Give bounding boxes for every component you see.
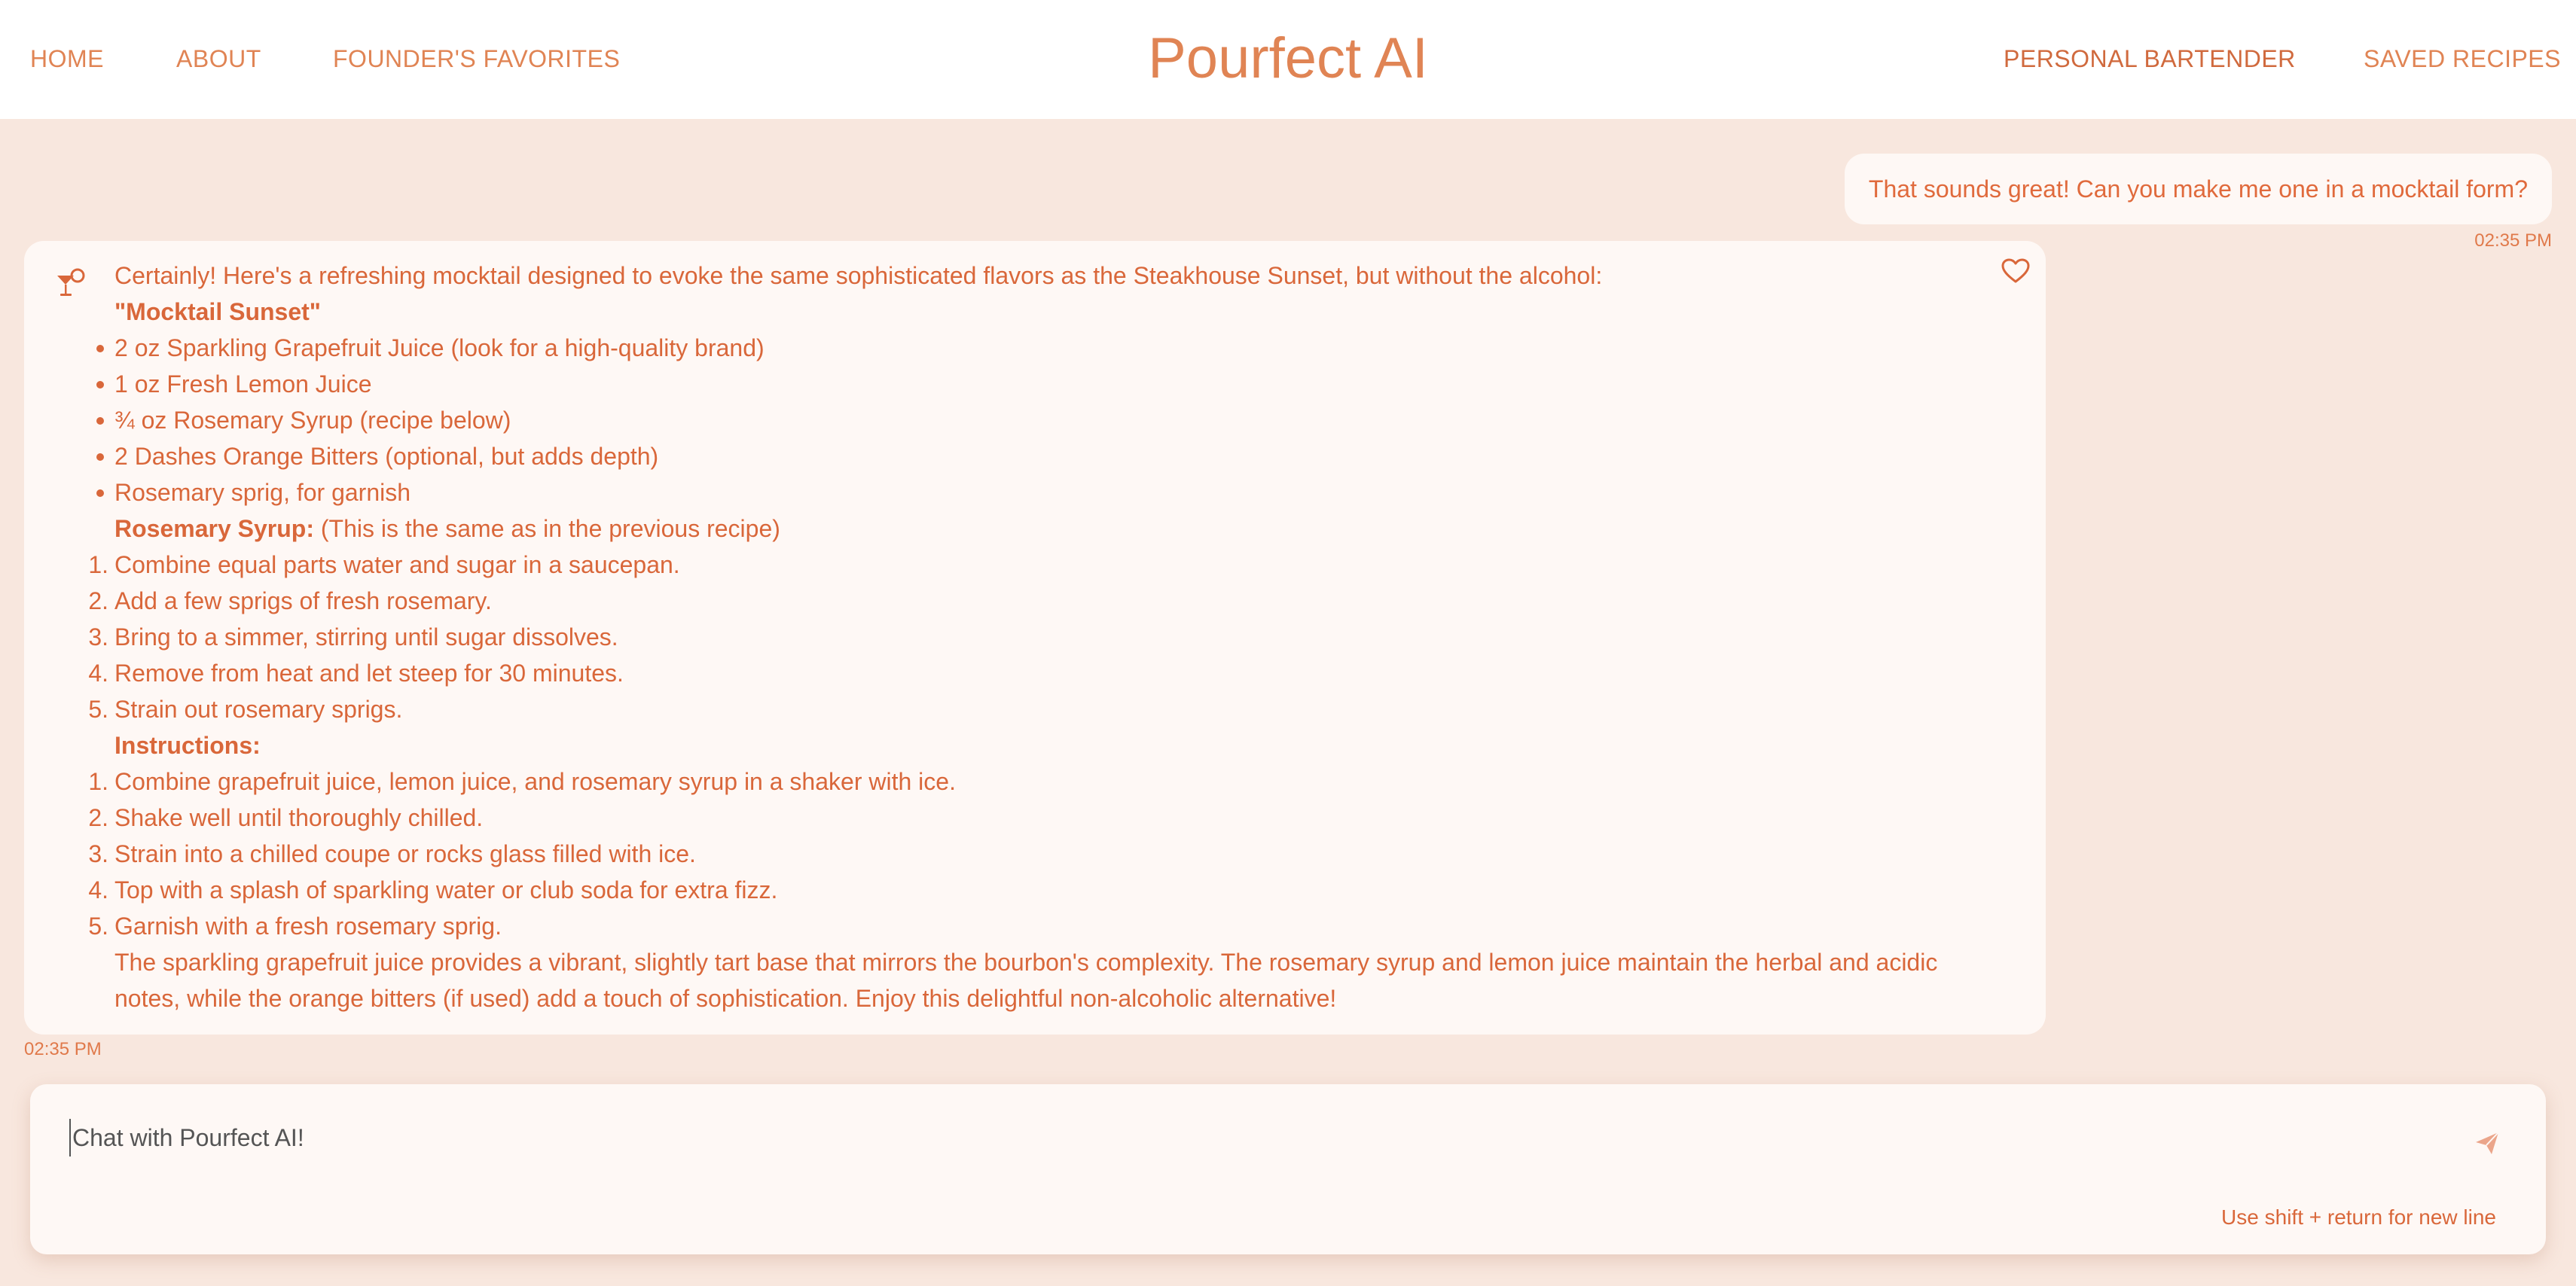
nav-saved-recipes[interactable]: SAVED RECIPES: [2364, 44, 2561, 74]
ingredient-list: 2 oz Sparkling Grapefruit Juice (look fo…: [96, 330, 2013, 510]
bot-message-text: Certainly! Here's a refreshing mocktail …: [88, 258, 2013, 1016]
top-nav-bar: HOME ABOUT FOUNDER'S FAVORITES Pourfect …: [0, 0, 2576, 119]
list-item: 1 oz Fresh Lemon Juice: [96, 366, 2013, 402]
chat-input-box: Use shift + return for new line: [30, 1084, 2546, 1254]
list-item: Rosemary sprig, for garnish: [96, 474, 2013, 510]
list-item: Top with a splash of sparkling water or …: [114, 876, 778, 904]
syrup-note: (This is the same as in the previous rec…: [320, 515, 780, 542]
send-icon[interactable]: [2474, 1129, 2501, 1156]
list-item: ¾ oz Rosemary Syrup (recipe below): [96, 402, 2013, 438]
list-item: Add a few sprigs of fresh rosemary.: [114, 587, 492, 614]
list-item: Strain into a chilled coupe or rocks gla…: [114, 840, 696, 867]
list-item: 2 Dashes Orange Bitters (optional, but a…: [96, 438, 2013, 474]
new-line-hint: Use shift + return for new line: [2221, 1205, 2496, 1229]
recipe-name: "Mocktail Sunset": [114, 298, 321, 325]
intro-text: Certainly! Here's a refreshing mocktail …: [114, 262, 1603, 289]
user-message-bubble: That sounds great! Can you make me one i…: [1844, 154, 2552, 224]
chat-input[interactable]: [69, 1119, 2409, 1156]
bot-message-card: Certainly! Here's a refreshing mocktail …: [24, 241, 2046, 1035]
user-message-time: 02:35 PM: [2474, 230, 2552, 251]
list-item: Bring to a simmer, stirring until sugar …: [114, 623, 618, 651]
cocktail-icon: [57, 268, 85, 296]
closing-text: The sparkling grapefruit juice provides …: [114, 949, 1938, 1012]
syrup-heading: Rosemary Syrup:: [114, 515, 314, 542]
list-item: Strain out rosemary sprigs.: [114, 696, 403, 723]
list-item: 2 oz Sparkling Grapefruit Juice (look fo…: [96, 330, 2013, 366]
list-item: Combine grapefruit juice, lemon juice, a…: [114, 768, 956, 795]
instructions-heading: Instructions:: [114, 732, 261, 759]
list-item: Combine equal parts water and sugar in a…: [114, 551, 680, 578]
nav-personal-bartender[interactable]: PERSONAL BARTENDER: [2004, 44, 2296, 74]
list-item: Garnish with a fresh rosemary sprig.: [114, 913, 502, 940]
list-item: Remove from heat and let steep for 30 mi…: [114, 660, 624, 687]
instruction-steps: 1. Combine grapefruit juice, lemon juice,…: [88, 768, 956, 940]
bot-message-time: 02:35 PM: [24, 1039, 102, 1059]
list-item: Shake well until thoroughly chilled.: [114, 804, 484, 831]
syrup-steps: 1. Combine equal parts water and sugar in…: [88, 551, 680, 723]
